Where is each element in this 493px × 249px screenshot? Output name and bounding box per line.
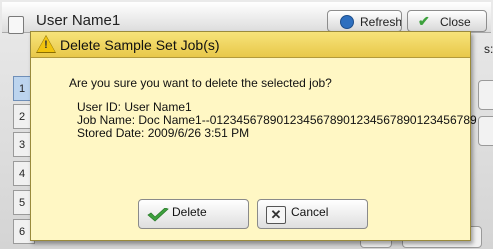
- delete-confirm-dialog: ! Delete Sample Set Job(s) Are you sure …: [30, 31, 477, 241]
- refresh-label: Refresh: [360, 15, 402, 29]
- cancel-label: Cancel: [291, 205, 329, 219]
- right-label: s:: [484, 42, 493, 56]
- right-side-button[interactable]: [478, 116, 493, 146]
- checkmark-icon: ✔: [418, 13, 430, 29]
- close-button[interactable]: ✔ Close: [407, 10, 487, 32]
- exclamation-icon: !: [44, 39, 48, 51]
- dialog-title: Delete Sample Set Job(s): [60, 37, 220, 53]
- close-label: Close: [440, 15, 471, 29]
- dialog-message: Are you sure you want to delete the sele…: [69, 76, 332, 90]
- refresh-button[interactable]: Refresh: [327, 10, 402, 32]
- checkmark-icon: [147, 208, 169, 222]
- stored-date-text: Stored Date: 2009/6/26 3:51 PM: [77, 126, 250, 140]
- dialog-titlebar: ! Delete Sample Set Job(s): [31, 32, 470, 58]
- cancel-button[interactable]: ✕ Cancel: [257, 199, 368, 229]
- delete-button[interactable]: Delete: [138, 199, 249, 229]
- delete-label: Delete: [172, 205, 207, 219]
- document-icon: [8, 16, 24, 34]
- screen-header: User Name1 Refresh ✔ Close: [2, 2, 491, 34]
- refresh-icon: [340, 15, 354, 29]
- close-icon: ✕: [266, 206, 286, 224]
- right-side-button[interactable]: [478, 80, 493, 110]
- screen-title: User Name1: [36, 12, 121, 29]
